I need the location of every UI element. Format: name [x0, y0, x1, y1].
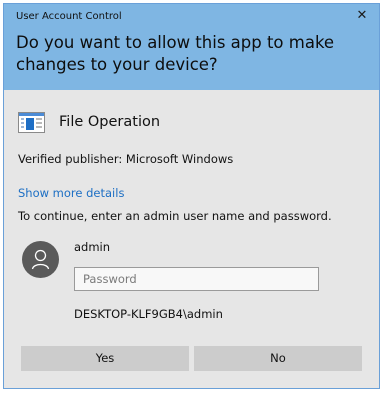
username: admin	[74, 240, 111, 254]
no-button[interactable]: No	[194, 346, 362, 371]
dialog-header: User Account Control ✕ Do you want to al…	[4, 4, 379, 90]
domain-account: DESKTOP-KLF9GB4\admin	[74, 307, 223, 321]
prompt-question: Do you want to allow this app to make ch…	[16, 33, 335, 74]
app-info: File Operation	[18, 107, 160, 137]
close-icon: ✕	[356, 8, 368, 23]
show-more-details-link[interactable]: Show more details	[18, 186, 124, 200]
credential-instructions: To continue, enter an admin user name an…	[18, 209, 332, 223]
close-button[interactable]: ✕	[351, 6, 373, 26]
yes-button[interactable]: Yes	[21, 346, 189, 371]
uac-dialog: User Account Control ✕ Do you want to al…	[3, 3, 380, 389]
file-operation-window-icon	[18, 111, 45, 133]
verified-publisher: Verified publisher: Microsoft Windows	[18, 152, 234, 166]
app-name: File Operation	[59, 114, 161, 130]
password-field[interactable]	[74, 267, 319, 291]
dialog-title: User Account Control	[16, 11, 122, 22]
user-avatar-icon	[22, 241, 59, 278]
